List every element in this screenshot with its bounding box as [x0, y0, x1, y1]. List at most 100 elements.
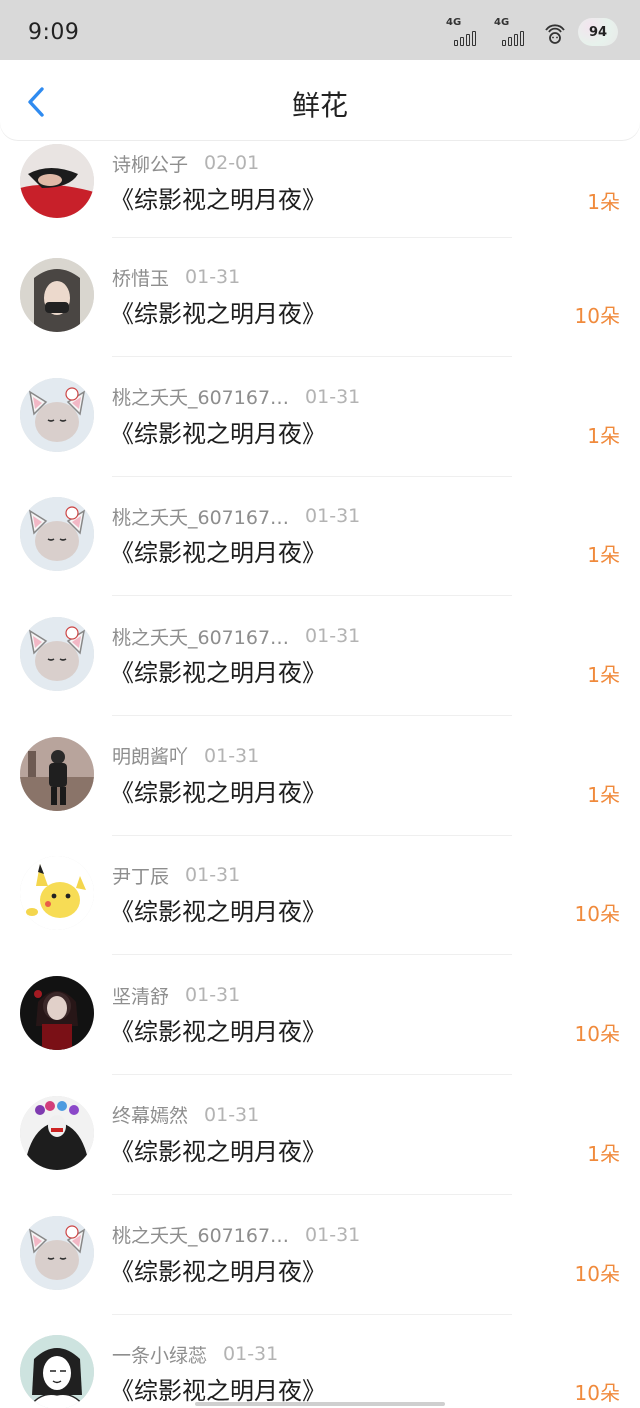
flower-amount: 1朵 — [587, 190, 620, 214]
user-name[interactable]: 一条小绿蕊 — [112, 1341, 207, 1368]
avatar[interactable] — [20, 1215, 94, 1290]
record-date: 01-31 — [305, 625, 361, 648]
record-date: 01-31 — [185, 984, 241, 1007]
flower-list-screen: 9:09 4G 4G 94 鲜花 诗柳公子 02-01 《综影视之明月夜》 1朵… — [0, 0, 640, 1408]
cellular-signal-icon-2: 4G — [494, 17, 532, 47]
record-meta: 坚清舒 01-31 — [112, 982, 240, 1008]
flower-amount: 1朵 — [587, 423, 620, 448]
list-item[interactable]: 桥惜玉 01-31 《综影视之明月夜》 10朵 — [0, 238, 640, 358]
photo-street-figure-avatar-image — [20, 736, 94, 811]
user-name[interactable]: 诗柳公子 — [112, 150, 188, 177]
record-date: 02-01 — [204, 152, 260, 174]
record-meta: 明朗酱吖 01-31 — [112, 743, 259, 769]
book-title: 《综影视之明月夜》 — [110, 1377, 326, 1406]
avatar[interactable] — [20, 377, 94, 452]
list-item[interactable]: 终幕嫣然 01-31 《综影视之明月夜》 1朵 — [0, 1076, 640, 1196]
avatar[interactable] — [20, 736, 94, 811]
dark-doll-avatar-image — [20, 976, 94, 1051]
flower-amount: 10朵 — [574, 1261, 620, 1286]
dark-flower-crown-avatar-image — [20, 1095, 94, 1170]
sketch-girl-avatar-image — [20, 1335, 94, 1408]
book-title: 《综影视之明月夜》 — [110, 778, 326, 807]
list-item[interactable]: 桃之夭夭_607167… 01-31 《综影视之明月夜》 10朵 — [0, 1196, 640, 1316]
avatar[interactable] — [20, 1095, 94, 1170]
avatar[interactable] — [20, 258, 94, 332]
home-indicator — [195, 1402, 445, 1406]
book-title: 《综影视之明月夜》 — [110, 659, 326, 688]
list-item[interactable]: 一条小绿蕊 01-31 《综影视之明月夜》 10朵 — [0, 1315, 640, 1408]
flower-amount: 10朵 — [574, 902, 620, 927]
cat-ears-toy-avatar-image — [20, 377, 94, 452]
avatar[interactable] — [20, 976, 94, 1051]
flower-amount: 10朵 — [574, 304, 620, 328]
book-title: 《综影视之明月夜》 — [110, 186, 326, 214]
list-item[interactable]: 诗柳公子 02-01 《综影视之明月夜》 1朵 — [0, 140, 640, 238]
pikachu-avatar-image — [20, 856, 94, 931]
network-type-label: 4G — [446, 17, 462, 28]
flower-amount: 1朵 — [587, 782, 620, 807]
flower-amount: 1朵 — [587, 543, 620, 568]
cat-ears-toy-avatar-image — [20, 1215, 94, 1290]
record-meta: 诗柳公子 02-01 — [112, 150, 259, 176]
status-icons: 4G 4G 94 — [446, 16, 618, 48]
record-date: 01-31 — [204, 744, 260, 767]
hotspot-icon — [545, 24, 565, 44]
book-title: 《综影视之明月夜》 — [110, 539, 326, 568]
record-date: 01-31 — [223, 1343, 279, 1366]
cat-ears-toy-avatar-image — [20, 617, 94, 692]
avatar[interactable] — [20, 144, 94, 218]
network-type-label-2: 4G — [494, 17, 510, 28]
header: 鲜花 — [0, 60, 640, 140]
avatar[interactable] — [20, 617, 94, 692]
status-bar: 9:09 4G 4G 94 — [0, 0, 640, 60]
record-meta: 桃之夭夭_607167… 01-31 — [112, 1222, 360, 1248]
list-item[interactable]: 桃之夭夭_607167… 01-31 《综影视之明月夜》 1朵 — [0, 597, 640, 717]
record-date: 01-31 — [305, 385, 361, 408]
avatar[interactable] — [20, 856, 94, 931]
record-date: 01-31 — [305, 1223, 361, 1246]
record-meta: 桥惜玉 01-31 — [112, 264, 240, 290]
user-name[interactable]: 桥惜玉 — [112, 264, 169, 291]
cellular-signal-icon: 4G — [446, 17, 484, 47]
book-title: 《综影视之明月夜》 — [110, 419, 326, 448]
status-time: 9:09 — [28, 20, 80, 45]
record-meta: 尹丁辰 01-31 — [112, 862, 240, 888]
list-item[interactable]: 桃之夭夭_607167… 01-31 《综影视之明月夜》 1朵 — [0, 477, 640, 597]
flower-amount: 1朵 — [587, 1141, 620, 1166]
record-meta: 一条小绿蕊 01-31 — [112, 1341, 278, 1367]
page-title: 鲜花 — [291, 89, 348, 122]
flower-amount: 1朵 — [587, 663, 620, 688]
record-meta: 桃之夭夭_607167… 01-31 — [112, 623, 360, 649]
flower-amount: 10朵 — [574, 1381, 620, 1406]
record-date: 01-31 — [305, 505, 361, 528]
record-date: 01-31 — [204, 1103, 260, 1126]
user-name[interactable]: 桃之夭夭_607167… — [112, 503, 289, 530]
list-item[interactable]: 尹丁辰 01-31 《综影视之明月夜》 10朵 — [0, 836, 640, 956]
record-meta: 桃之夭夭_607167… 01-31 — [112, 503, 360, 529]
book-title: 《综影视之明月夜》 — [110, 300, 326, 328]
user-name[interactable]: 桃之夭夭_607167… — [112, 623, 289, 650]
user-name[interactable]: 明朗酱吖 — [112, 742, 188, 769]
user-name[interactable]: 桃之夭夭_607167… — [112, 1221, 289, 1248]
user-name[interactable]: 终幕嫣然 — [112, 1101, 188, 1128]
user-name[interactable]: 坚清舒 — [112, 982, 169, 1009]
record-meta: 桃之夭夭_607167… 01-31 — [112, 384, 360, 410]
record-date: 01-31 — [185, 864, 241, 887]
list-item[interactable]: 坚清舒 01-31 《综影视之明月夜》 10朵 — [0, 956, 640, 1076]
cat-ears-toy-avatar-image — [20, 497, 94, 572]
list-item[interactable]: 明朗酱吖 01-31 《综影视之明月夜》 1朵 — [0, 717, 640, 837]
battery-indicator: 94 — [578, 18, 618, 46]
list-item[interactable]: 桃之夭夭_607167… 01-31 《综影视之明月夜》 1朵 — [0, 358, 640, 478]
book-title: 《综影视之明月夜》 — [110, 1137, 326, 1166]
avatar[interactable] — [20, 497, 94, 572]
flower-amount: 10朵 — [574, 1022, 620, 1047]
record-date: 01-31 — [185, 266, 241, 288]
flower-record-list: 诗柳公子 02-01 《综影视之明月夜》 1朵 桥惜玉 01-31 《综影视之明… — [0, 140, 640, 1408]
avatar[interactable] — [20, 1335, 94, 1408]
user-name[interactable]: 尹丁辰 — [112, 862, 169, 889]
book-title: 《综影视之明月夜》 — [110, 1257, 326, 1286]
photo-girl-red-avatar-image — [20, 144, 94, 218]
user-name[interactable]: 桃之夭夭_607167… — [112, 383, 289, 410]
book-title: 《综影视之明月夜》 — [110, 1018, 326, 1047]
photo-masked-girl-avatar-image — [20, 258, 94, 332]
